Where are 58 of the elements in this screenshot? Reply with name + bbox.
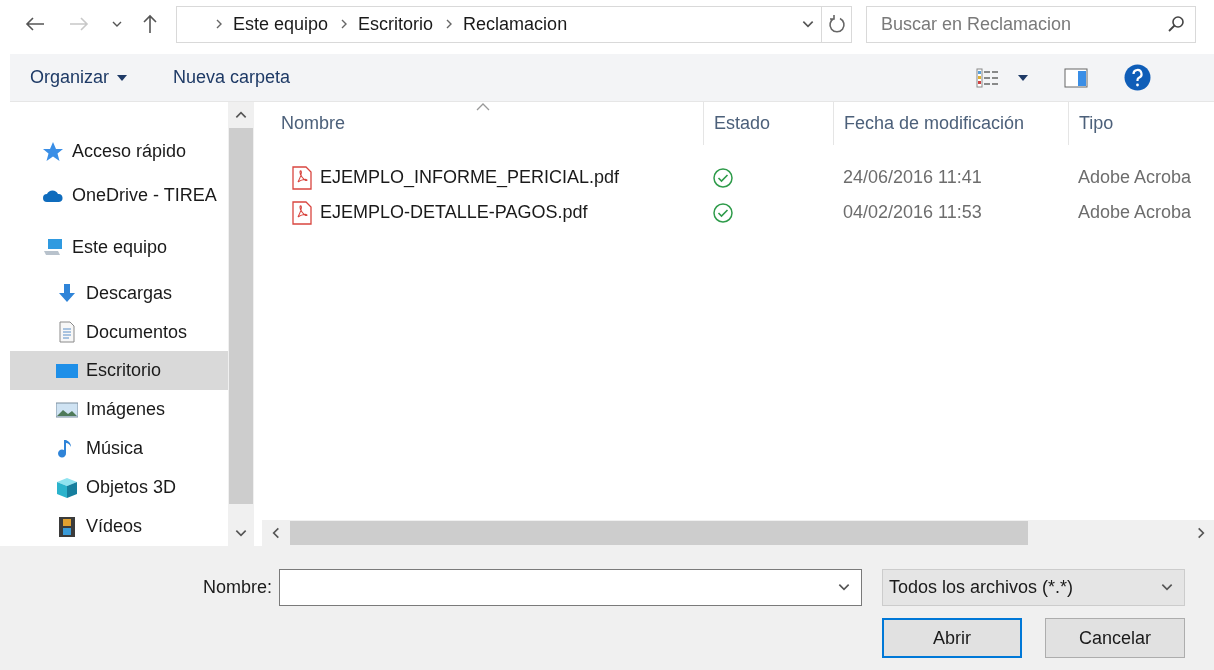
column-header[interactable]: Estado	[703, 102, 833, 145]
forward-arrow-icon	[69, 17, 89, 31]
help-icon	[1124, 64, 1152, 91]
column-header[interactable]: Fecha de modificación	[833, 102, 1068, 145]
sidebar-item[interactable]: OneDrive - TIREA	[10, 169, 228, 222]
organize-button[interactable]: Organizar	[30, 67, 128, 88]
type-cell-text: Adobe Acroba	[1077, 167, 1193, 188]
details-view-icon	[976, 67, 1001, 88]
caret-icon	[117, 74, 128, 81]
view-options-button[interactable]	[976, 67, 1001, 88]
cancel-button[interactable]: Cancelar	[1045, 618, 1185, 658]
file-type-dropdown[interactable]: Todos los archivos (*.*)	[882, 568, 1185, 606]
sidebar-item[interactable]: Imágenes	[10, 390, 228, 430]
search-input[interactable]: Buscar en Reclamacion	[879, 12, 1167, 36]
open-button[interactable]: Abrir	[882, 618, 1022, 658]
file-name-field[interactable]	[279, 568, 862, 606]
search-icon	[1167, 15, 1185, 33]
horizontal-scrollbar[interactable]	[262, 520, 1214, 546]
pdf-file-icon	[292, 165, 312, 190]
address-bar[interactable]: Este equipo Escritorio Reclamacion	[176, 5, 852, 43]
new-folder-button[interactable]: Nueva carpeta	[173, 67, 291, 88]
star-icon	[42, 140, 64, 163]
sort-ascending-icon	[475, 103, 490, 111]
date-cell-text: 24/06/2016 11:41	[842, 167, 983, 188]
scrollbar-thumb[interactable]	[290, 521, 1028, 545]
file-name-label: Nombre:	[202, 576, 272, 598]
sidebar-item[interactable]: Escritorio	[10, 351, 228, 391]
film-icon	[56, 515, 78, 538]
sidebar-item[interactable]: Música	[10, 429, 228, 469]
type-cell-text: Adobe Acroba	[1077, 202, 1193, 223]
scrollbar-thumb[interactable]	[229, 128, 253, 504]
pdf-file-icon	[292, 200, 312, 225]
view-dropdown-button[interactable]	[1018, 74, 1029, 81]
vertical-scrollbar[interactable]	[228, 102, 254, 546]
breadcrumb-item[interactable]: Escritorio	[350, 13, 444, 35]
sidebar-item[interactable]: Documentos	[10, 312, 228, 352]
sidebar-item[interactable]: Este equipo	[10, 221, 228, 274]
up-arrow-icon	[142, 14, 158, 34]
sidebar-item[interactable]: Descargas	[10, 273, 228, 313]
sidebar-item[interactable]: Vídeos	[10, 507, 228, 546]
back-arrow-icon	[25, 17, 45, 31]
date-cell-text: 04/02/2016 11:53	[842, 202, 983, 223]
file-name[interactable]: EJEMPLO-DETALLE-PAGOS.pdf	[262, 200, 703, 225]
column-header[interactable]: Nombre	[262, 102, 703, 145]
preview-pane-button[interactable]	[1064, 67, 1089, 88]
help-button[interactable]	[1124, 64, 1152, 91]
refresh-icon	[827, 14, 846, 34]
column-header[interactable]: Tipo	[1068, 102, 1214, 145]
cube-icon	[56, 476, 78, 499]
caret-icon	[1018, 74, 1029, 81]
document-icon	[56, 321, 78, 343]
sidebar-item[interactable]: Acceso rápido	[10, 134, 228, 170]
preview-pane-icon	[1064, 67, 1089, 88]
breadcrumb-item[interactable]: Reclamacion	[455, 13, 578, 35]
file-name[interactable]: EJEMPLO_INFORME_PERICIAL.pdf	[262, 165, 703, 190]
breadcrumb-item[interactable]: Este equipo	[225, 13, 339, 35]
search-field[interactable]: Buscar en Reclamacion	[866, 5, 1196, 43]
sidebar-item[interactable]: Objetos 3D	[10, 468, 228, 508]
